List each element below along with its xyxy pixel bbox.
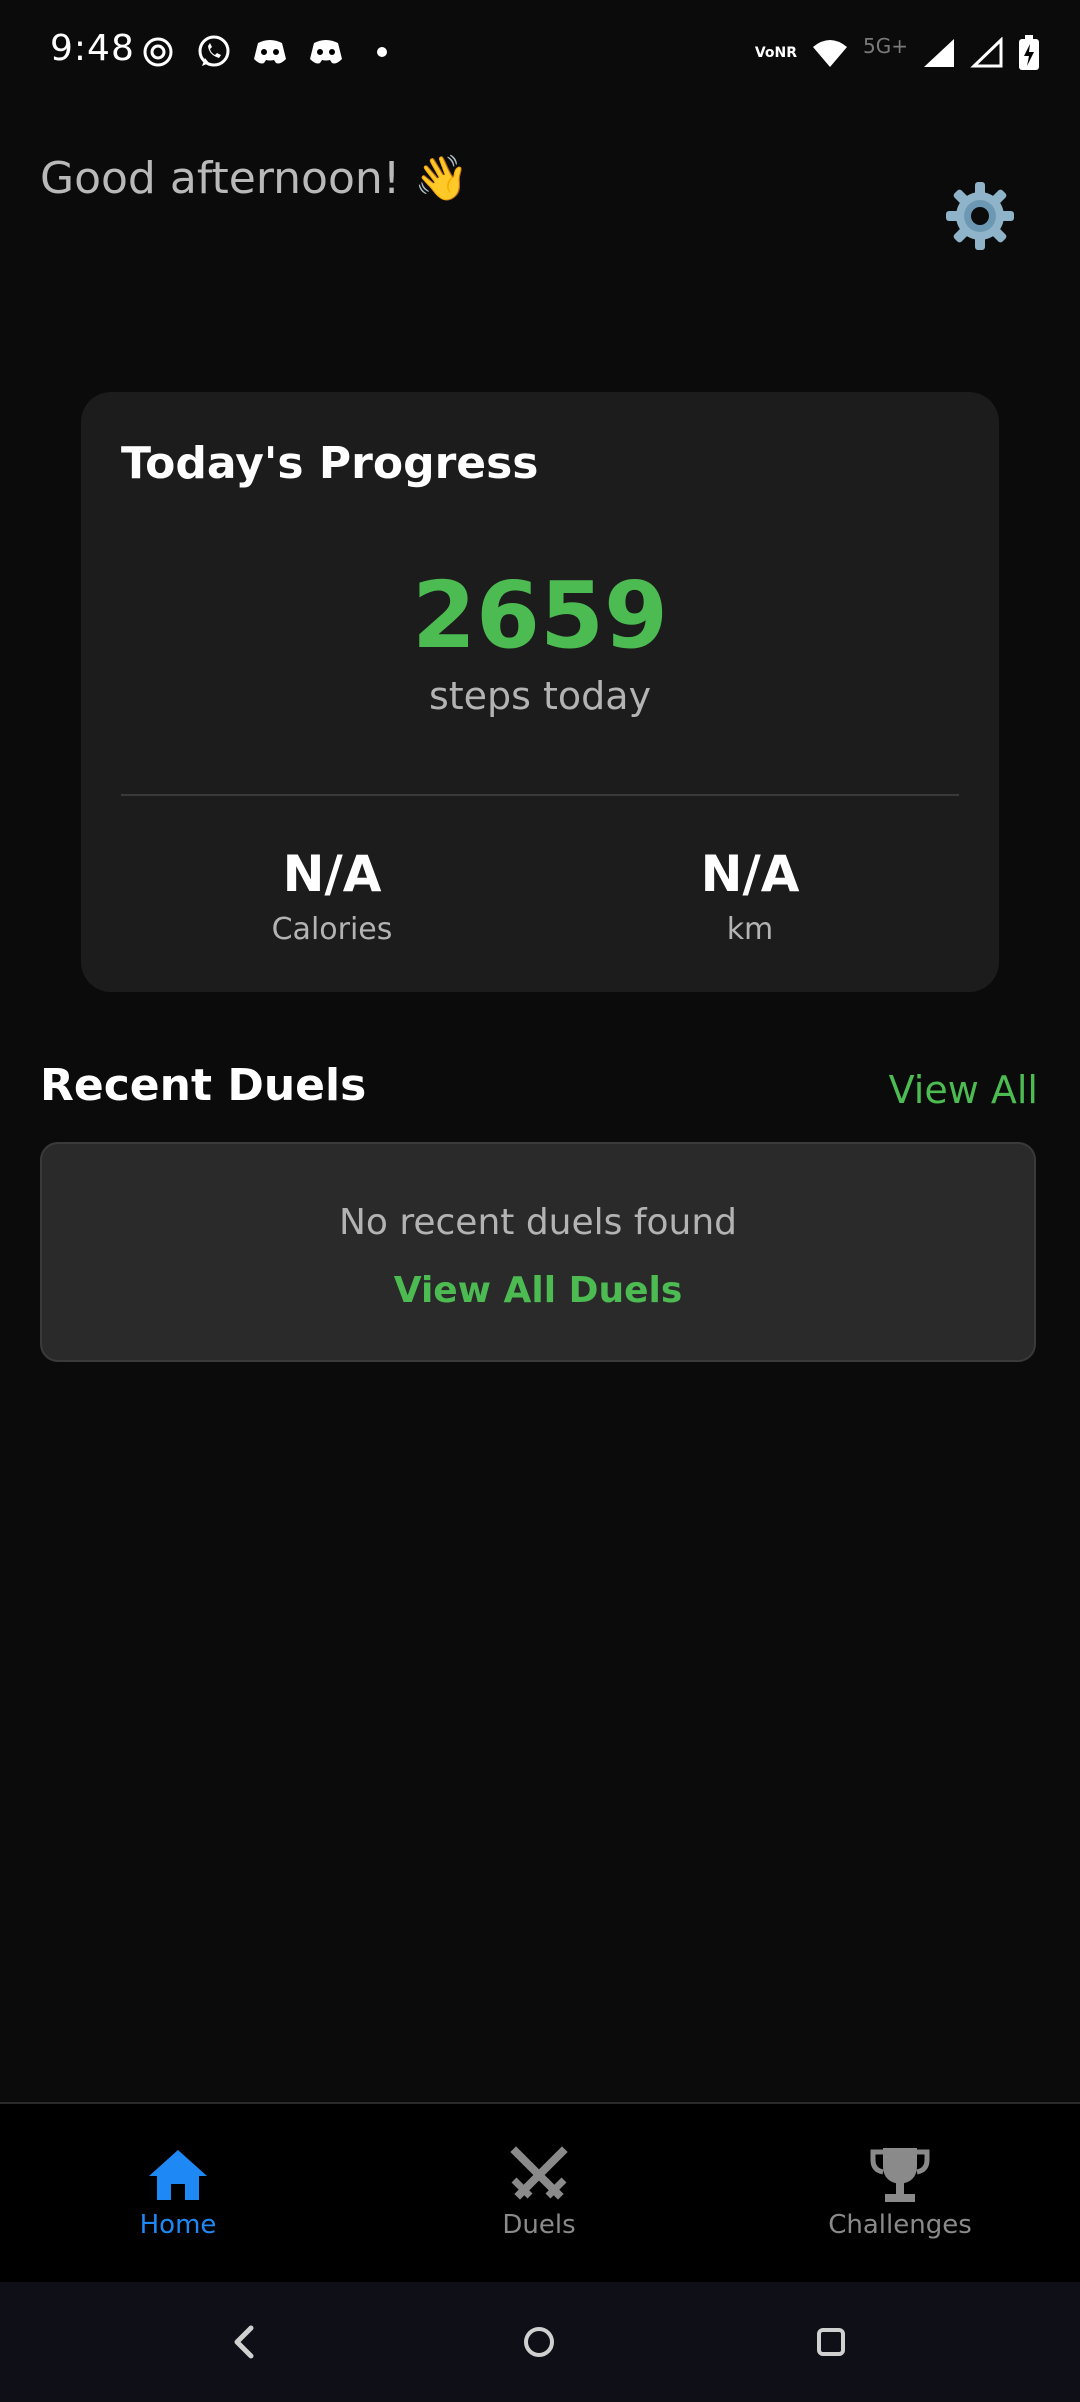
discord-icon <box>252 34 288 70</box>
notification-icons <box>140 34 400 70</box>
battery-charging-icon <box>1018 34 1040 72</box>
network-type-label: 5G+ <box>863 34 908 58</box>
calories-label: Calories <box>271 912 393 947</box>
trophy-icon <box>780 2144 1020 2206</box>
home-circle-icon <box>524 2327 554 2357</box>
distance-value: N/A <box>700 845 800 903</box>
system-status-icons: Vo NR 5G+ <box>755 34 1040 72</box>
settings-button[interactable] <box>940 176 1020 256</box>
gear-icon <box>946 182 1014 250</box>
tab-label: Home <box>139 2210 217 2240</box>
status-bar: 9:48 Vo NR 5G+ <box>0 0 1080 110</box>
calories-stat: N/A Calories <box>182 844 482 947</box>
whatsapp-icon <box>196 34 232 70</box>
tab-duels[interactable]: Duels <box>419 2144 659 2240</box>
tab-label: Duels <box>502 2210 576 2240</box>
todays-progress-card: Today's Progress 2659 steps today N/A Ca… <box>81 392 999 992</box>
status-time: 9:48 <box>50 28 135 69</box>
focus-mode-icon <box>140 34 176 70</box>
signal-icon <box>970 34 1004 72</box>
signal-icon <box>922 34 956 72</box>
empty-message: No recent duels found <box>338 1202 738 1243</box>
distance-stat: N/A km <box>600 844 900 947</box>
discord-icon <box>308 34 344 70</box>
home-button[interactable] <box>509 2312 569 2372</box>
back-button[interactable] <box>214 2312 274 2372</box>
recents-button[interactable] <box>801 2312 861 2372</box>
greeting-text: Good afternoon! 👋 <box>40 153 470 204</box>
recent-duels-empty-state: No recent duels found View All Duels <box>40 1142 1036 1362</box>
steps-count: 2659 <box>411 562 669 669</box>
wifi-icon <box>811 34 849 72</box>
bottom-tab-bar: Home Duels Challenges <box>0 2102 1080 2282</box>
volte-icon: Vo NR <box>754 44 798 61</box>
recent-duels-title: Recent Duels <box>40 1060 367 1111</box>
distance-label: km <box>726 912 774 947</box>
view-all-duels-button[interactable]: View All Duels <box>42 1270 1034 1311</box>
home-icon <box>58 2144 298 2206</box>
system-navigation-bar <box>0 2282 1080 2402</box>
calories-value: N/A <box>282 845 382 903</box>
back-chevron-icon <box>234 2325 254 2359</box>
tab-challenges[interactable]: Challenges <box>780 2144 1020 2240</box>
crossed-swords-icon <box>419 2144 659 2206</box>
tab-home[interactable]: Home <box>58 2144 298 2240</box>
steps-label: steps today <box>428 674 652 718</box>
view-all-link[interactable]: View All <box>889 1068 1038 1112</box>
divider <box>121 794 959 796</box>
tab-label: Challenges <box>828 2210 972 2240</box>
card-title: Today's Progress <box>121 438 539 489</box>
recents-square-icon <box>817 2328 845 2356</box>
dot-icon <box>364 34 400 70</box>
